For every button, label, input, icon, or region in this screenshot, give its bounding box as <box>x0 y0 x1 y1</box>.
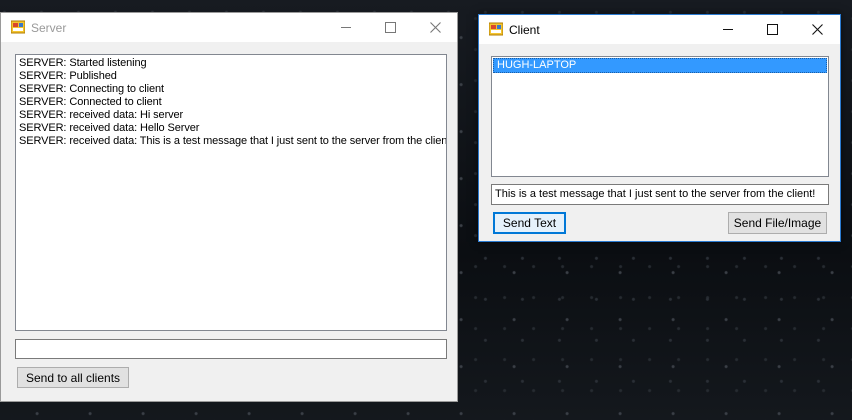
log-line[interactable]: SERVER: received data: Hello Server <box>19 122 443 135</box>
minimize-icon[interactable] <box>705 15 750 44</box>
send-to-all-clients-button[interactable]: Send to all clients <box>17 367 129 388</box>
log-line[interactable]: SERVER: received data: This is a test me… <box>19 135 446 148</box>
send-text-button[interactable]: Send Text <box>493 212 566 234</box>
send-file-image-button[interactable]: Send File/Image <box>728 212 827 234</box>
log-line[interactable]: SERVER: Started listening <box>19 57 443 70</box>
close-icon[interactable] <box>795 15 840 44</box>
client-title: Client <box>509 23 540 37</box>
app-window-icon <box>11 20 25 34</box>
log-line[interactable]: SERVER: Connected to client <box>19 96 443 109</box>
client-titlebar[interactable]: Client <box>479 15 840 44</box>
log-line[interactable]: SERVER: received data: Hi server <box>19 109 443 122</box>
close-icon[interactable] <box>413 13 458 42</box>
server-list-item[interactable]: HUGH-LAPTOP <box>493 58 827 73</box>
client-server-listbox[interactable]: HUGH-LAPTOP <box>491 56 829 177</box>
server-message-input[interactable] <box>15 339 447 359</box>
server-title: Server <box>31 21 67 35</box>
log-line[interactable]: SERVER: Connecting to client <box>19 83 443 96</box>
maximize-icon[interactable] <box>368 13 413 42</box>
server-log-listbox[interactable]: SERVER: Started listening SERVER: Publish… <box>15 54 447 331</box>
maximize-icon[interactable] <box>750 15 795 44</box>
client-window[interactable]: Client HUGH-LAPTOP This is a test messag… <box>478 14 841 242</box>
server-titlebar[interactable]: Server <box>1 13 457 42</box>
minimize-icon[interactable] <box>323 13 368 42</box>
server-window[interactable]: Server SERVER: Started listening SERVER: … <box>0 12 458 402</box>
log-line[interactable]: SERVER: Published <box>19 70 443 83</box>
app-window-icon <box>489 22 503 36</box>
client-message-input[interactable]: This is a test message that I just sent … <box>491 184 829 205</box>
